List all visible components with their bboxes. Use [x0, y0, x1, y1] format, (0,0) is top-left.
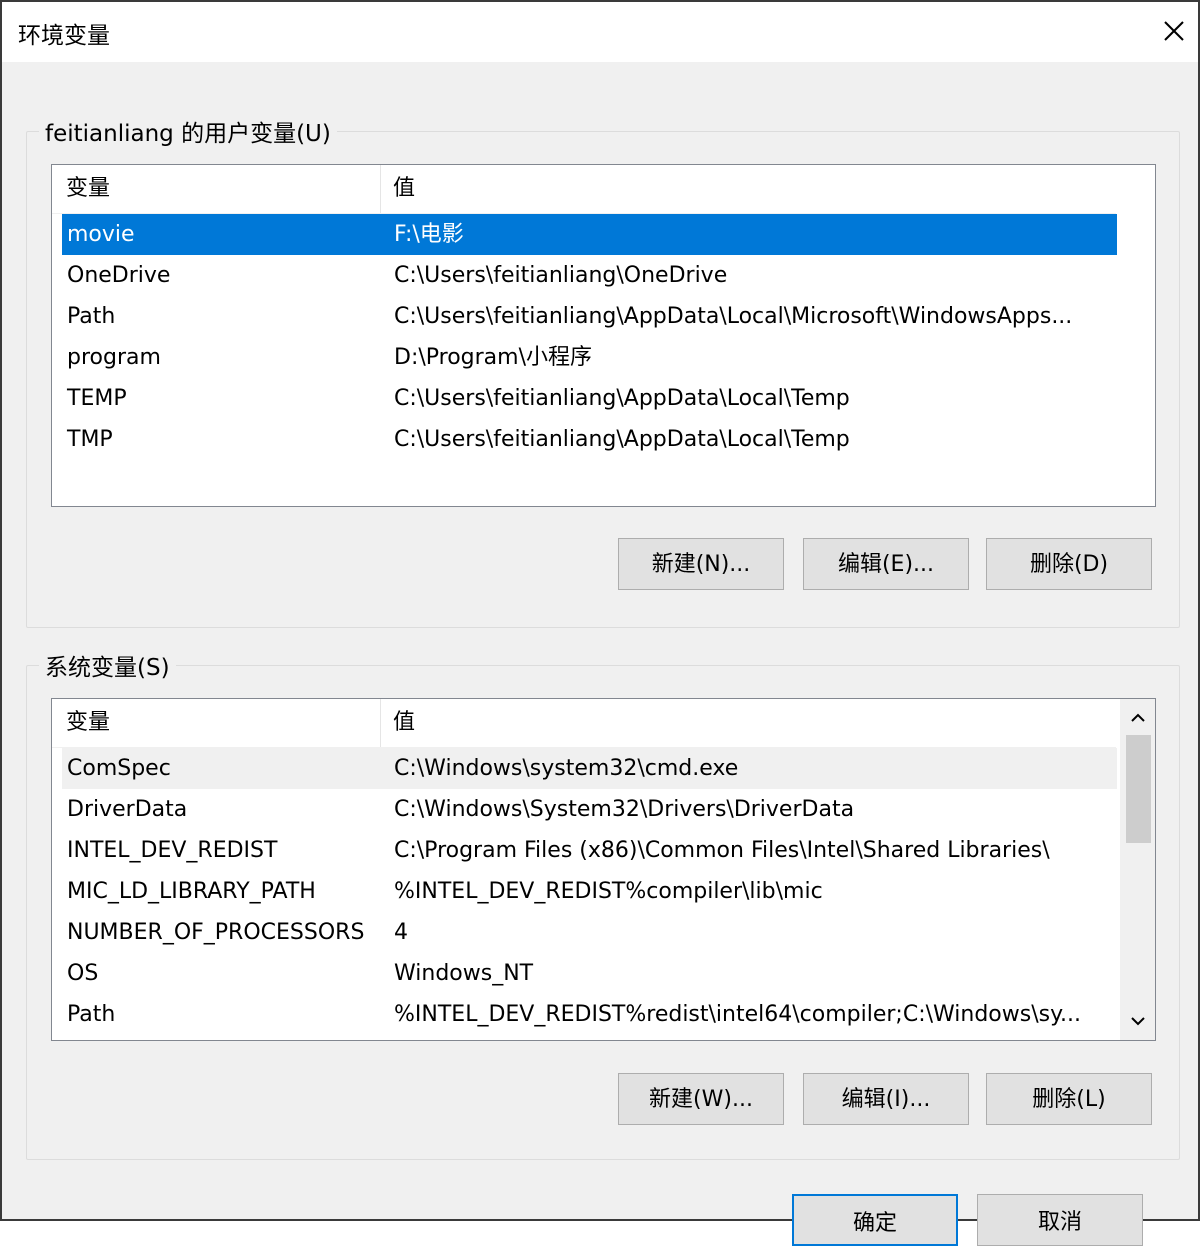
var-name: NUMBER_OF_PROCESSORS	[67, 920, 365, 945]
var-name: Path	[67, 1002, 116, 1027]
system-new-button[interactable]: 新建(W)...	[618, 1073, 784, 1125]
column-header-value[interactable]: 值	[380, 165, 415, 213]
table-row[interactable]: DriverData C:\Windows\System32\Drivers\D…	[62, 789, 1117, 830]
environment-variables-dialog: 环境变量 feitianliang 的用户变量(U) 变量 值 movie F:…	[0, 0, 1200, 1246]
table-row[interactable]: MIC_LD_LIBRARY_PATH %INTEL_DEV_REDIST%co…	[62, 871, 1117, 912]
var-value: C:\Users\feitianliang\AppData\Local\Micr…	[394, 304, 1073, 329]
table-row[interactable]: ComSpec C:\Windows\system32\cmd.exe	[62, 748, 1117, 789]
table-row[interactable]: Path %INTEL_DEV_REDIST%redist\intel64\co…	[62, 994, 1117, 1035]
var-name: OneDrive	[67, 263, 171, 288]
user-list-header: 变量 值	[52, 165, 1116, 214]
system-edit-button[interactable]: 编辑(I)...	[803, 1073, 969, 1125]
var-value: Windows_NT	[394, 961, 534, 986]
column-header-name[interactable]: 变量	[52, 165, 110, 213]
vertical-scrollbar[interactable]	[1120, 699, 1155, 1040]
table-row[interactable]: program D:\Program\小程序	[62, 337, 1117, 378]
var-value: 4	[394, 920, 408, 945]
title-bar: 环境变量	[2, 2, 1198, 62]
var-name: MIC_LD_LIBRARY_PATH	[67, 879, 316, 904]
user-variables-list[interactable]: 变量 值 movie F:\电影 OneDrive C:\Users\feiti…	[51, 164, 1156, 507]
table-row[interactable]: TEMP C:\Users\feitianliang\AppData\Local…	[62, 378, 1117, 419]
close-button[interactable]	[1152, 8, 1196, 54]
var-value: C:\Windows\system32\cmd.exe	[394, 756, 739, 781]
var-value: C:\Users\feitianliang\AppData\Local\Temp	[394, 386, 850, 411]
var-value: C:\Users\feitianliang\OneDrive	[394, 263, 728, 288]
system-rows: ComSpec C:\Windows\system32\cmd.exe Driv…	[62, 748, 1117, 1035]
table-row[interactable]: Path C:\Users\feitianliang\AppData\Local…	[62, 296, 1117, 337]
var-name: TMP	[67, 427, 113, 452]
ok-button[interactable]: 确定	[792, 1194, 958, 1246]
var-name: movie	[67, 222, 135, 247]
table-row[interactable]: TMP C:\Users\feitianliang\AppData\Local\…	[62, 419, 1117, 460]
system-variables-list[interactable]: 变量 值 ComSpec C:\Windows\system32\cmd.exe…	[51, 698, 1156, 1041]
var-name: INTEL_DEV_REDIST	[67, 838, 278, 863]
var-name: DriverData	[67, 797, 188, 822]
scroll-up-button[interactable]	[1121, 701, 1155, 735]
var-value: %INTEL_DEV_REDIST%compiler\lib\mic	[394, 879, 823, 904]
column-header-value[interactable]: 值	[380, 699, 415, 747]
table-row[interactable]: movie F:\电影	[62, 214, 1117, 255]
close-icon	[1164, 21, 1184, 41]
table-row[interactable]: NUMBER_OF_PROCESSORS 4	[62, 912, 1117, 953]
table-row[interactable]: OS Windows_NT	[62, 953, 1117, 994]
var-name: TEMP	[67, 386, 127, 411]
window-title: 环境变量	[18, 23, 110, 49]
user-delete-button[interactable]: 删除(D)	[986, 538, 1152, 590]
var-name: Path	[67, 304, 116, 329]
var-value: C:\Windows\System32\Drivers\DriverData	[394, 797, 855, 822]
var-name: OS	[67, 961, 99, 986]
scrollbar-thumb[interactable]	[1126, 735, 1151, 843]
table-row[interactable]: INTEL_DEV_REDIST C:\Program Files (x86)\…	[62, 830, 1117, 871]
cancel-button[interactable]: 取消	[977, 1194, 1143, 1246]
table-row[interactable]: OneDrive C:\Users\feitianliang\OneDrive	[62, 255, 1117, 296]
user-new-button[interactable]: 新建(N)...	[618, 538, 784, 590]
var-name: ComSpec	[67, 756, 171, 781]
scroll-down-button[interactable]	[1121, 1004, 1155, 1038]
chevron-down-icon	[1131, 1017, 1145, 1026]
var-name: program	[67, 345, 161, 370]
chevron-up-icon	[1131, 713, 1145, 722]
system-variables-legend: 系统变量(S)	[45, 655, 170, 681]
user-variables-legend: feitianliang 的用户变量(U)	[45, 121, 331, 147]
var-value: D:\Program\小程序	[394, 345, 593, 370]
var-value: F:\电影	[394, 222, 464, 247]
var-value: C:\Program Files (x86)\Common Files\Inte…	[394, 838, 1050, 863]
user-edit-button[interactable]: 编辑(E)...	[803, 538, 969, 590]
column-header-name[interactable]: 变量	[52, 699, 110, 747]
var-value: C:\Users\feitianliang\AppData\Local\Temp	[394, 427, 850, 452]
user-rows: movie F:\电影 OneDrive C:\Users\feitianlia…	[62, 214, 1117, 460]
system-delete-button[interactable]: 删除(L)	[986, 1073, 1152, 1125]
system-list-header: 变量 值	[52, 699, 1116, 748]
var-value: %INTEL_DEV_REDIST%redist\intel64\compile…	[394, 1002, 1081, 1027]
